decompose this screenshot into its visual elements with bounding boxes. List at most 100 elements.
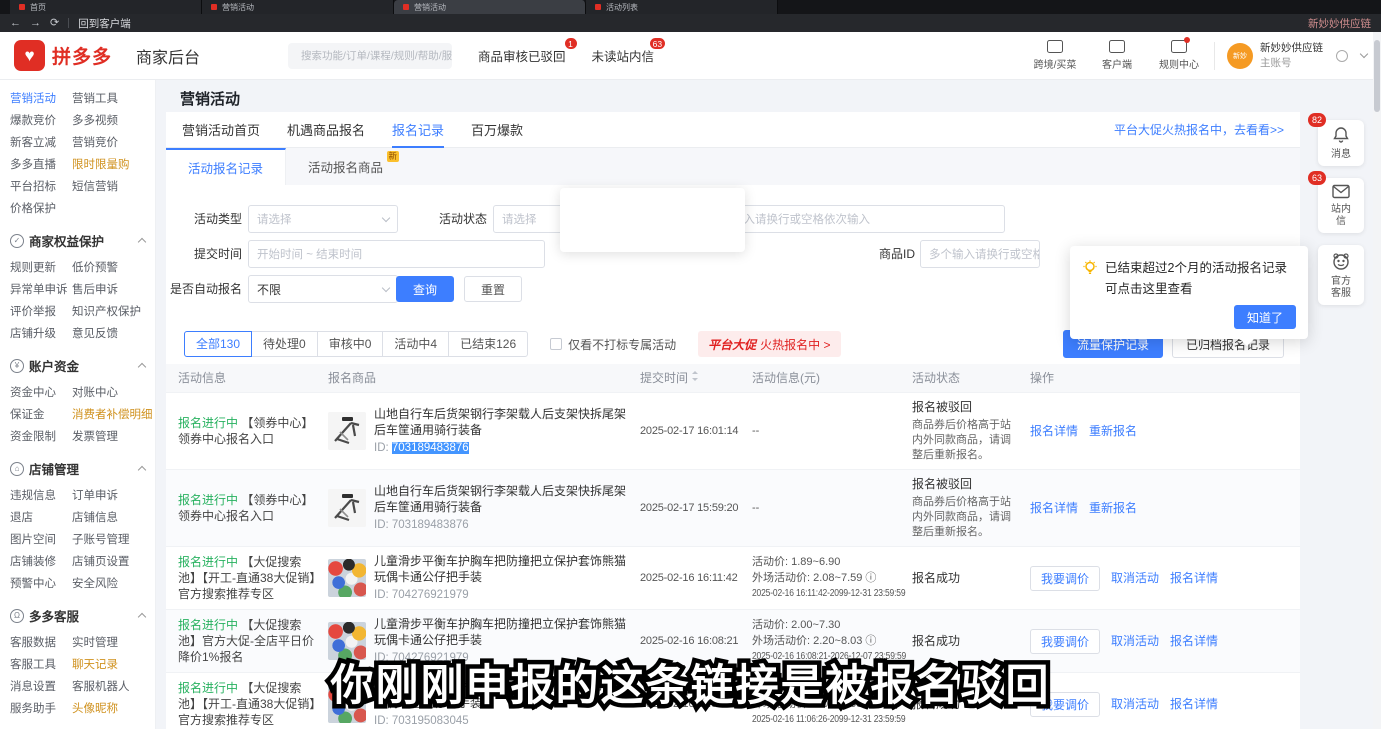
chevron-up-icon[interactable] (138, 363, 146, 371)
operation-link[interactable]: 报名详情 (1170, 633, 1218, 649)
sidebar-item[interactable]: 店铺升级 (10, 323, 72, 345)
sidebar-section-header[interactable]: ⌂店铺管理 (10, 459, 155, 478)
sub-tab[interactable]: 活动报名商品新 (286, 148, 405, 185)
reset-button[interactable]: 重置 (464, 276, 522, 302)
adjust-price-button[interactable]: 我要调价 (1030, 629, 1100, 654)
operation-link[interactable]: 重新报名 (1089, 423, 1137, 439)
sidebar-item[interactable]: 营销活动 (10, 88, 72, 110)
messages-card[interactable]: 82消息 (1318, 120, 1364, 166)
sidebar-item[interactable]: 订单申诉 (72, 485, 155, 507)
sidebar-item[interactable]: 店铺信息 (72, 507, 155, 529)
sidebar-item[interactable]: 退店 (10, 507, 72, 529)
quick-link[interactable]: 跨境/买菜 (1032, 40, 1078, 71)
product-image[interactable] (328, 412, 366, 450)
browser-profile-name[interactable]: 新妙妙供应链 (1308, 16, 1371, 31)
sidebar-item[interactable]: 新客立减 (10, 132, 72, 154)
page-scrollbar[interactable] (1373, 32, 1381, 729)
filter-chip[interactable]: 审核中0 (317, 331, 384, 357)
quick-link[interactable]: 规则中心 (1156, 40, 1202, 71)
sidebar-item[interactable]: 客服数据 (10, 632, 72, 654)
sidebar-item[interactable]: 限时限量购 (72, 154, 155, 176)
sidebar-item[interactable]: 资金中心 (10, 382, 72, 404)
sidebar-item[interactable]: 多多直播 (10, 154, 72, 176)
quick-link[interactable]: 客户端 (1094, 40, 1140, 71)
address-url[interactable]: 回到客户端 (78, 16, 131, 31)
sidebar-section-header[interactable]: ✓商家权益保护 (10, 231, 155, 250)
forward-icon[interactable]: → (30, 14, 41, 32)
pinduoduo-logo[interactable]: ♥ 拼多多 (14, 40, 112, 71)
official-service-card[interactable]: 官方客服 (1318, 245, 1364, 305)
product-image[interactable] (328, 559, 366, 597)
submit-time-range-input[interactable]: 开始时间 ~ 结束时间 (248, 240, 545, 268)
sidebar-item[interactable]: 服务助手 (10, 698, 72, 720)
sidebar-item[interactable]: 爆款竞价 (10, 110, 72, 132)
product-id-value[interactable]: 703189483876 (392, 519, 469, 531)
main-tab[interactable]: 报名记录 (392, 112, 444, 148)
sidebar-item[interactable]: 图片空间 (10, 529, 72, 551)
main-tab[interactable]: 百万爆款 (471, 112, 523, 148)
exclusive-activity-checkbox[interactable]: 仅看不打标专属活动 (550, 336, 676, 353)
sidebar-item[interactable]: 聊天记录 (72, 654, 155, 676)
back-icon[interactable]: ← (10, 14, 21, 32)
sidebar-item[interactable]: 保证金 (10, 404, 72, 426)
sidebar-item[interactable]: 多多视频 (72, 110, 155, 132)
main-tab[interactable]: 营销活动首页 (182, 112, 260, 148)
operation-link[interactable]: 重新报名 (1089, 500, 1137, 516)
product-title[interactable]: 山地自行车后货架钢行李架载人后支架快拆尾架后车筐通用骑行装备 (374, 483, 630, 515)
sidebar-item[interactable]: 低价预警 (72, 257, 155, 279)
sidebar-item[interactable]: 营销工具 (72, 88, 155, 110)
browser-tab[interactable]: 营销活动 (394, 0, 586, 14)
account-menu[interactable]: 新妙 新妙妙供应链 主账号 (1227, 41, 1367, 69)
product-title[interactable]: 山地自行车后货架钢行李架载人后支架快拆尾架后车筐通用骑行装备 (374, 406, 630, 438)
promo-chip[interactable]: 平台大促 火热报名中 > (698, 331, 840, 357)
query-button[interactable]: 查询 (396, 276, 454, 302)
operation-link[interactable]: 报名详情 (1170, 696, 1218, 712)
sidebar-item[interactable]: 意见反馈 (72, 323, 155, 345)
operation-link[interactable]: 取消活动 (1111, 696, 1159, 712)
sidebar-item[interactable]: 营销竞价 (72, 132, 155, 154)
goods-id-input[interactable]: 多个输入请换行或空格依次输... (920, 240, 1040, 268)
sort-icon[interactable] (691, 370, 699, 386)
promo-link[interactable]: 平台大促火热报名中，去看看>> (1114, 121, 1284, 138)
search-input[interactable]: 搜索功能/订单/课程/规则/帮助/服务 (288, 43, 452, 69)
scrollbar-thumb[interactable] (1374, 40, 1380, 112)
chevron-down-icon[interactable] (1360, 50, 1368, 58)
chevron-up-icon[interactable] (138, 238, 146, 246)
audit-rejected-link[interactable]: 商品审核已驳回 1 (478, 46, 566, 65)
sidebar-item[interactable]: 规则更新 (10, 257, 72, 279)
sidebar-section-header[interactable]: ¥账户资金 (10, 356, 155, 375)
sidebar-item[interactable]: 子账号管理 (72, 529, 155, 551)
product-id-value[interactable]: 703195083045 (392, 715, 469, 727)
sidebar-item[interactable]: 实时管理 (72, 632, 155, 654)
filter-chip[interactable]: 活动中4 (382, 331, 449, 357)
sidebar-item[interactable]: 消费者补偿明细 (72, 404, 155, 426)
filter-chip[interactable]: 全部130 (184, 331, 252, 357)
sidebar-item[interactable]: 店铺装修 (10, 551, 72, 573)
sidebar-item[interactable]: 预警中心 (10, 573, 72, 595)
chevron-up-icon[interactable] (138, 613, 146, 621)
sidebar-item[interactable]: 客服机器人 (72, 676, 155, 698)
operation-link[interactable]: 取消活动 (1111, 633, 1159, 649)
filter-chip[interactable]: 已结束126 (448, 331, 528, 357)
sidebar-item[interactable]: 异常单申诉 (10, 279, 72, 301)
sub-tab[interactable]: 活动报名记录 (166, 148, 286, 185)
activity-name-input[interactable]: 多个输入请换行或空格依次输入 (700, 205, 1005, 233)
sidebar-item[interactable]: 价格保护 (10, 198, 72, 220)
chevron-up-icon[interactable] (138, 466, 146, 474)
product-title[interactable]: 儿童滑步平衡车护胸车把防撞把立保护套饰熊猫玩偶卡通公仔把手装 (374, 616, 630, 648)
filter-chip[interactable]: 待处理0 (251, 331, 318, 357)
browser-tab[interactable]: 活动列表 (586, 0, 778, 14)
sidebar-item[interactable]: 头像昵称 (72, 698, 155, 720)
activity-type-select[interactable]: 请选择 (248, 205, 398, 233)
sidebar-item[interactable]: 安全风险 (72, 573, 155, 595)
adjust-price-button[interactable]: 我要调价 (1030, 566, 1100, 591)
sidebar-item[interactable]: 平台招标 (10, 176, 72, 198)
operation-link[interactable]: 取消活动 (1111, 570, 1159, 586)
account-action-icon[interactable] (1336, 50, 1348, 62)
sidebar-item[interactable]: 知识产权保护 (72, 301, 155, 323)
site-mail-card[interactable]: 63站内信 (1318, 178, 1364, 233)
operation-link[interactable]: 报名详情 (1030, 423, 1078, 439)
sidebar-item[interactable]: 违规信息 (10, 485, 72, 507)
main-tab[interactable]: 机遇商品报名 (287, 112, 365, 148)
product-id-value[interactable]: 704276921979 (392, 589, 469, 601)
